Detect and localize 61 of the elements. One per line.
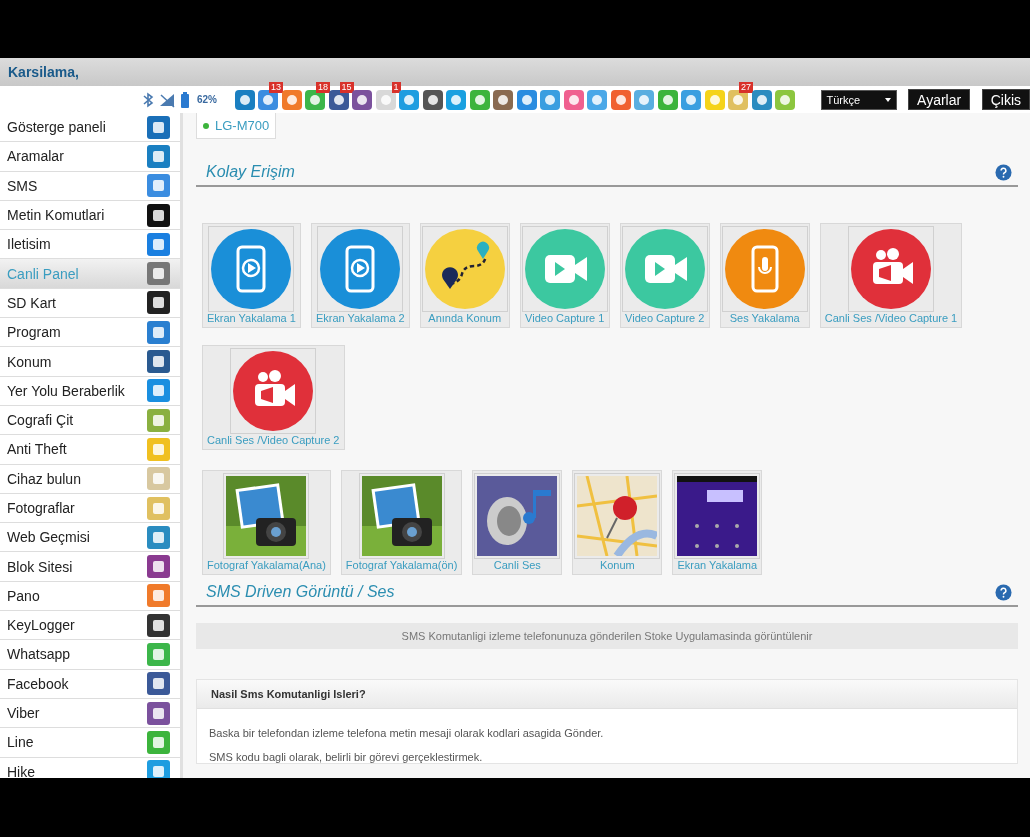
caret-icon	[884, 97, 891, 102]
battery-percentage: 62%	[197, 94, 217, 105]
notice-text: SMS Komutanligi izleme telefonunuza gönderilen Stoke Uygulamasinda görüntülenir	[196, 623, 1018, 649]
sidebar-item[interactable]: Cografi Çit	[0, 405, 180, 436]
screen-icon	[211, 229, 292, 309]
location-icon	[424, 229, 505, 309]
sidebar-item[interactable]: SMS	[0, 171, 180, 201]
sidebar-item[interactable]: Fotograflar	[0, 493, 180, 524]
video-icon	[624, 229, 705, 309]
app-icon[interactable]	[493, 89, 513, 110]
sidebar-item[interactable]: Web Geçmisi	[0, 523, 180, 553]
sidebar-item[interactable]: Viber	[0, 698, 180, 729]
app-icon[interactable]	[305, 89, 325, 110]
panel-title: Nasil Sms Komutanligi Isleri?	[197, 680, 1017, 709]
instruction-text: Baska bir telefondan izleme telefona metin mesaji olarak kodlari asagida Gönder.	[208, 727, 605, 739]
help-icon[interactable]	[995, 163, 1012, 181]
app-icon[interactable]	[352, 89, 372, 110]
app-icon[interactable]	[258, 89, 278, 110]
app-icon[interactable]	[234, 89, 255, 110]
sidebar-item[interactable]: Gösterge paneli	[0, 113, 180, 143]
live-icon	[851, 229, 931, 309]
app-icon[interactable]	[728, 89, 748, 110]
header-button[interactable]: Çikis	[981, 89, 1030, 110]
app-icon[interactable]	[375, 89, 396, 110]
app-icon[interactable]	[516, 89, 537, 110]
live-icon	[233, 351, 314, 431]
app-icon[interactable]	[422, 89, 443, 110]
sidebar-item[interactable]: Konum	[0, 347, 180, 377]
notification-badge: 18	[316, 81, 330, 93]
sidebar-item[interactable]: Line	[0, 728, 180, 758]
sidebar-item[interactable]: Anti Theft	[0, 435, 180, 465]
greeting-text: Karsilama,	[8, 64, 79, 80]
app-icon[interactable]	[751, 89, 772, 110]
sidebar-item[interactable]: SD Kart	[0, 288, 180, 319]
sidebar-item[interactable]: Blok Sitesi	[0, 552, 180, 582]
sidebar-item[interactable]: Program	[0, 318, 180, 348]
instruction-text: SMS kodu bagli olarak, belirli bir görevi gerçeklestirmek.	[208, 751, 484, 763]
video-icon	[524, 229, 605, 309]
sidebar-item[interactable]: Pano	[0, 581, 180, 612]
language-select[interactable]: Türkçe	[820, 89, 897, 110]
sidebar-item[interactable]: Aramalar	[0, 142, 180, 172]
app-icon[interactable]	[328, 89, 349, 110]
app-icon[interactable]	[610, 89, 631, 110]
notification-badge: 1	[391, 81, 401, 93]
help-icon[interactable]	[995, 583, 1012, 601]
sidebar-item[interactable]: KeyLogger	[0, 611, 180, 641]
screen-icon	[320, 229, 401, 309]
app-icon[interactable]	[563, 89, 584, 110]
sidebar-item[interactable]: Metin Komutlari	[0, 200, 180, 231]
sidebar-item[interactable]: Whatsapp	[0, 640, 180, 670]
section-title: Kolay Erişim	[206, 163, 295, 181]
status-dot	[203, 122, 209, 129]
notification-badge: 13	[269, 81, 283, 93]
notification-badge: 15	[339, 81, 354, 93]
notification-badge: 27	[739, 81, 753, 93]
audio-icon	[724, 229, 805, 309]
sidebar-item[interactable]: Facebook	[0, 669, 180, 699]
section-title: SMS Driven Görüntü / Ses	[206, 583, 395, 601]
sidebar-item[interactable]: Yer Yolu Beraberlik	[0, 376, 180, 406]
header-button[interactable]: Ayarlar	[908, 89, 971, 110]
sidebar-item[interactable]: Cihaz bulun	[0, 464, 180, 494]
